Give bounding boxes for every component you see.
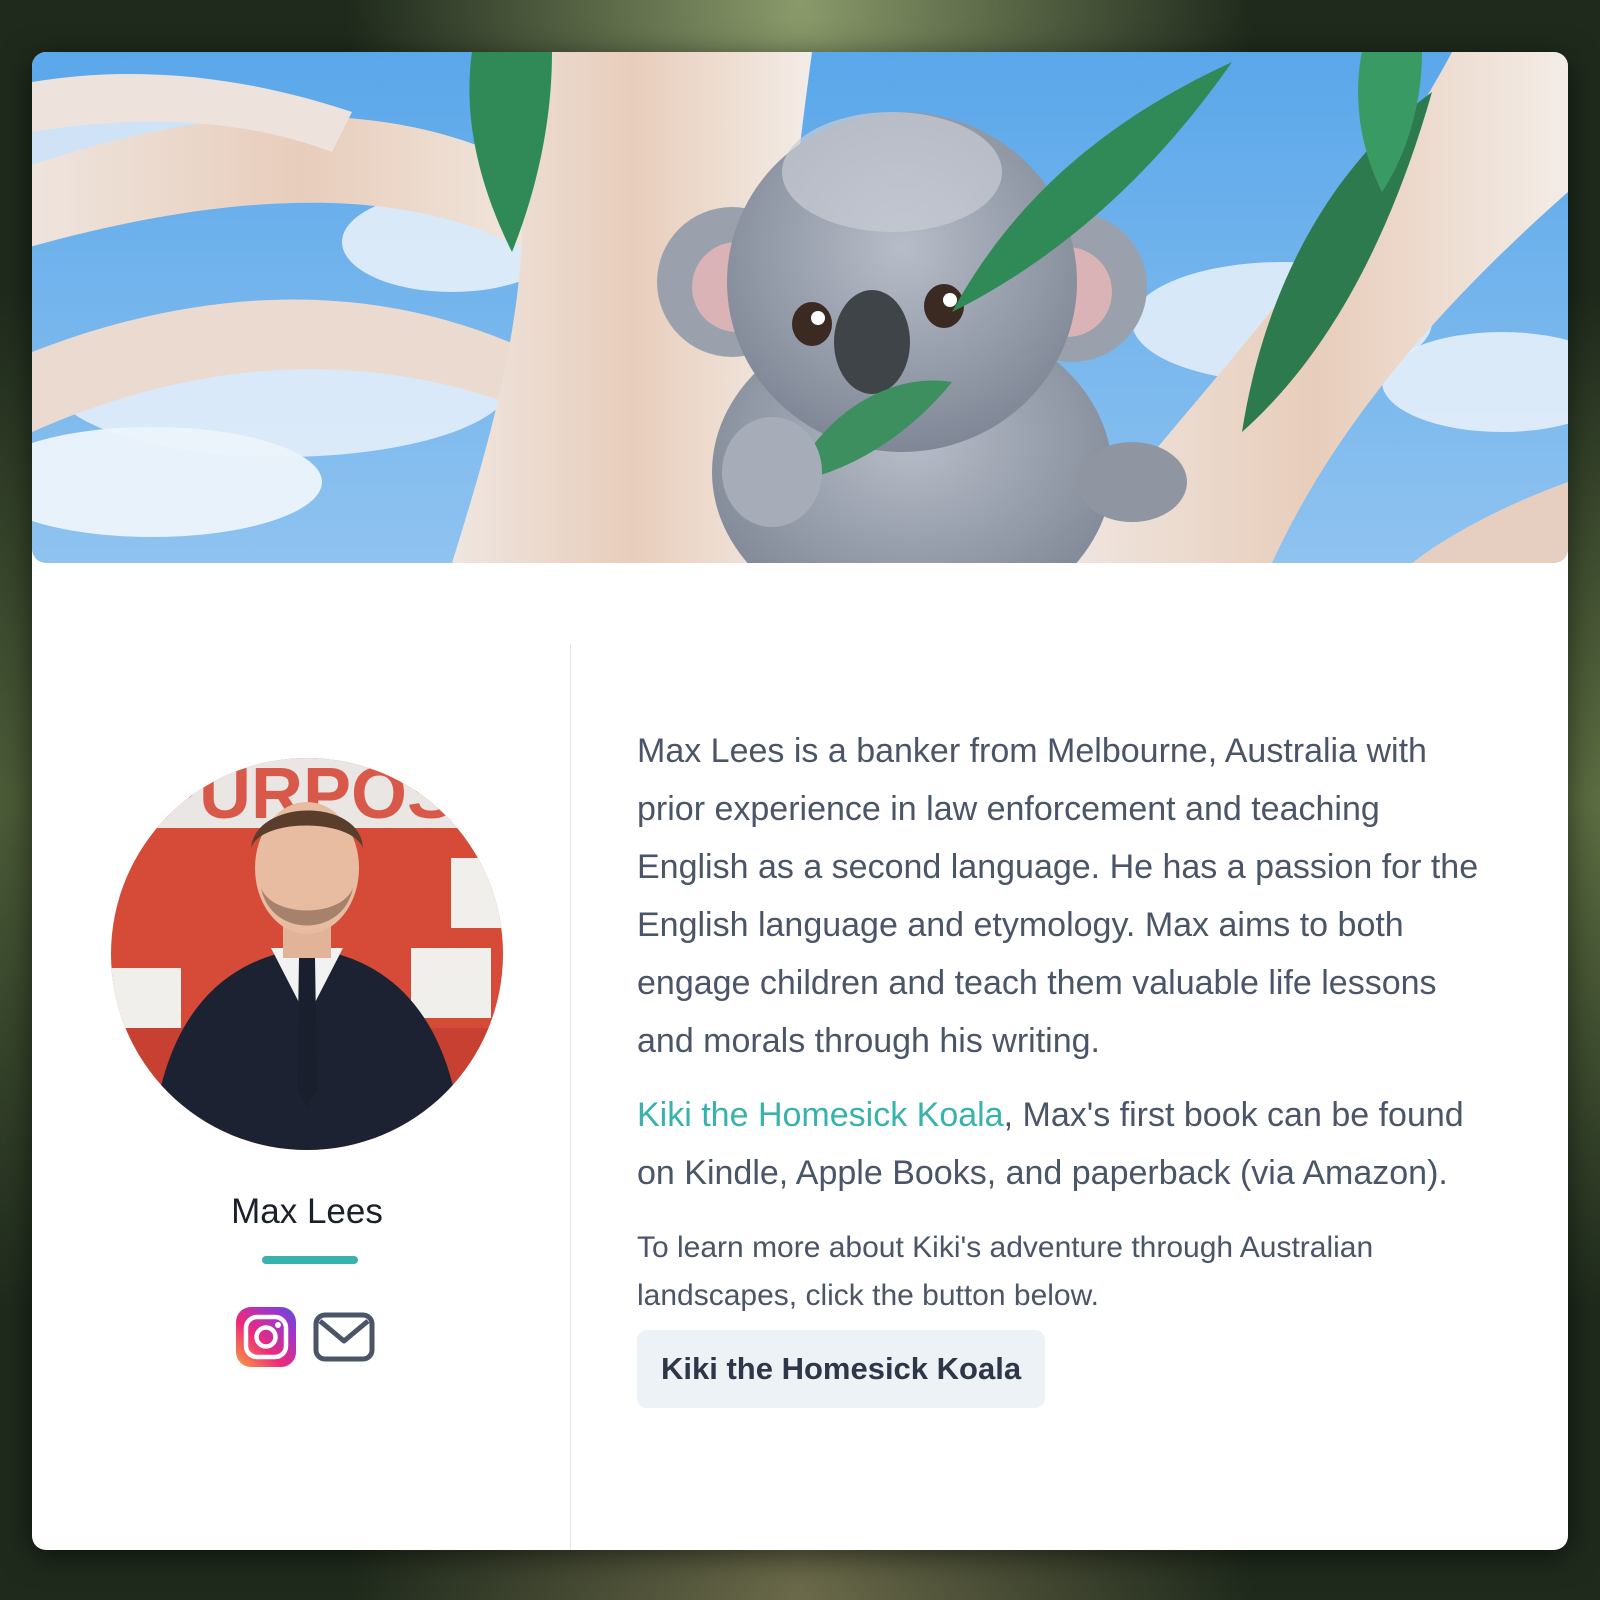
hero-banner	[32, 52, 1568, 563]
author-profile: PURPOS Max Lees	[32, 652, 570, 1542]
social-links	[234, 1305, 376, 1369]
learn-more-text: To learn more about Kiki's adventure thr…	[637, 1231, 1374, 1312]
column-divider	[570, 644, 571, 1550]
author-card: PURPOS Max Lees Max Lees is a banker fro…	[32, 52, 1568, 1550]
name-underline-accent	[262, 1256, 358, 1264]
koala-illustration	[32, 52, 1568, 563]
portrait-image: PURPOS	[111, 758, 503, 1150]
instagram-icon[interactable]	[234, 1305, 298, 1369]
bio-paragraph: Max Lees is a banker from Melbourne, Aus…	[637, 732, 1479, 1060]
author-bio: Max Lees is a banker from Melbourne, Aus…	[637, 722, 1497, 1408]
author-photo: PURPOS	[111, 758, 503, 1150]
mail-icon[interactable]	[312, 1305, 376, 1369]
book-link[interactable]: Kiki the Homesick Koala	[637, 1096, 1004, 1134]
book-button[interactable]: Kiki the Homesick Koala	[637, 1330, 1046, 1408]
author-name: Max Lees	[231, 1192, 383, 1231]
book-paragraph: Kiki the Homesick Koala, Max's first boo…	[637, 1086, 1497, 1202]
